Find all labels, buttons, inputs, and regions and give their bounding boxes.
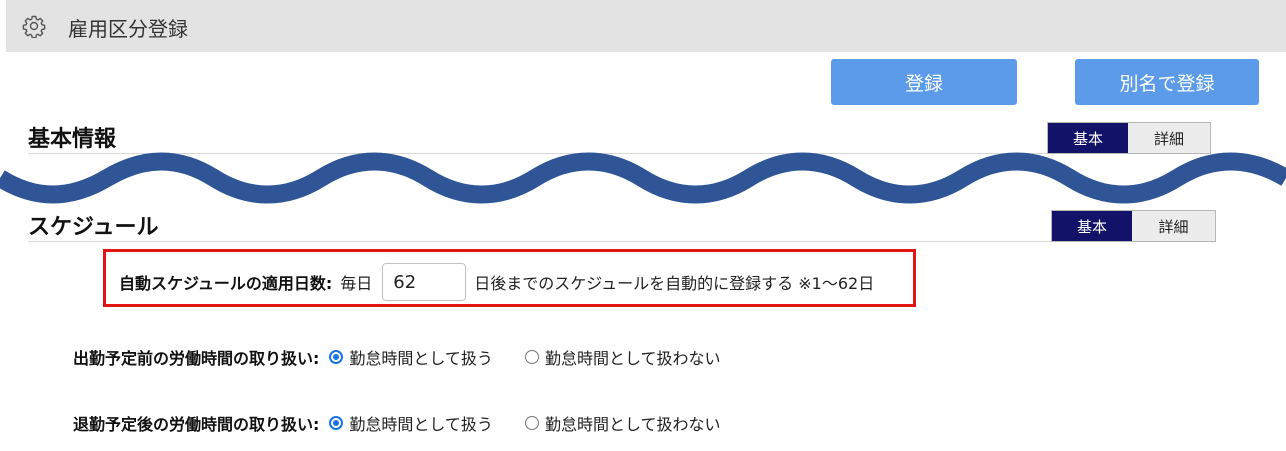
daily-prefix: 毎日 bbox=[340, 274, 373, 293]
after-radio-count[interactable] bbox=[329, 416, 344, 430]
after-option-count-label[interactable]: 勤怠時間として扱う bbox=[349, 411, 493, 435]
save-button[interactable]: 登録 bbox=[831, 59, 1017, 105]
auto-schedule-days-input[interactable] bbox=[382, 263, 467, 301]
auto-schedule-days-label: 自動スケジュールの適用日数: bbox=[119, 274, 333, 293]
view-toggle-schedule: 基本 詳細 bbox=[1051, 210, 1216, 242]
before-shift-label: 出勤予定前の労働時間の取り扱い: bbox=[73, 349, 320, 368]
after-shift-row: 退勤予定後の労働時間の取り扱い: 勤怠時間として扱う 勤怠時間として扱わない bbox=[73, 411, 720, 435]
toggle-basic[interactable]: 基本 bbox=[1052, 211, 1132, 241]
divider bbox=[28, 241, 1214, 242]
omission-wave bbox=[0, 152, 1286, 204]
after-radio-not-count[interactable] bbox=[524, 416, 539, 430]
toggle-detail[interactable]: 詳細 bbox=[1132, 211, 1215, 241]
before-option-not-count-label[interactable]: 勤怠時間として扱わない bbox=[545, 345, 721, 369]
auto-schedule-days-row: 自動スケジュールの適用日数: 毎日 日後までのスケジュールを自動的に登録する ※… bbox=[119, 263, 874, 301]
title-bar: 雇用区分登録 bbox=[6, 0, 1286, 52]
after-option-not-count-label[interactable]: 勤怠時間として扱わない bbox=[545, 411, 721, 435]
before-option-count-label[interactable]: 勤怠時間として扱う bbox=[349, 345, 493, 369]
save-as-button[interactable]: 別名で登録 bbox=[1075, 59, 1259, 105]
after-shift-label: 退勤予定後の労働時間の取り扱い: bbox=[73, 415, 320, 434]
page-title: 雇用区分登録 bbox=[68, 17, 188, 41]
before-shift-row: 出勤予定前の労働時間の取り扱い: 勤怠時間として扱う 勤怠時間として扱わない bbox=[73, 345, 720, 369]
auto-schedule-days-suffix: 日後までのスケジュールを自動的に登録する ※1～62日 bbox=[474, 274, 875, 293]
section-title-schedule: スケジュール bbox=[28, 215, 159, 240]
before-radio-not-count[interactable] bbox=[524, 350, 539, 364]
before-radio-count[interactable] bbox=[329, 350, 344, 364]
gear-icon[interactable] bbox=[22, 14, 46, 38]
